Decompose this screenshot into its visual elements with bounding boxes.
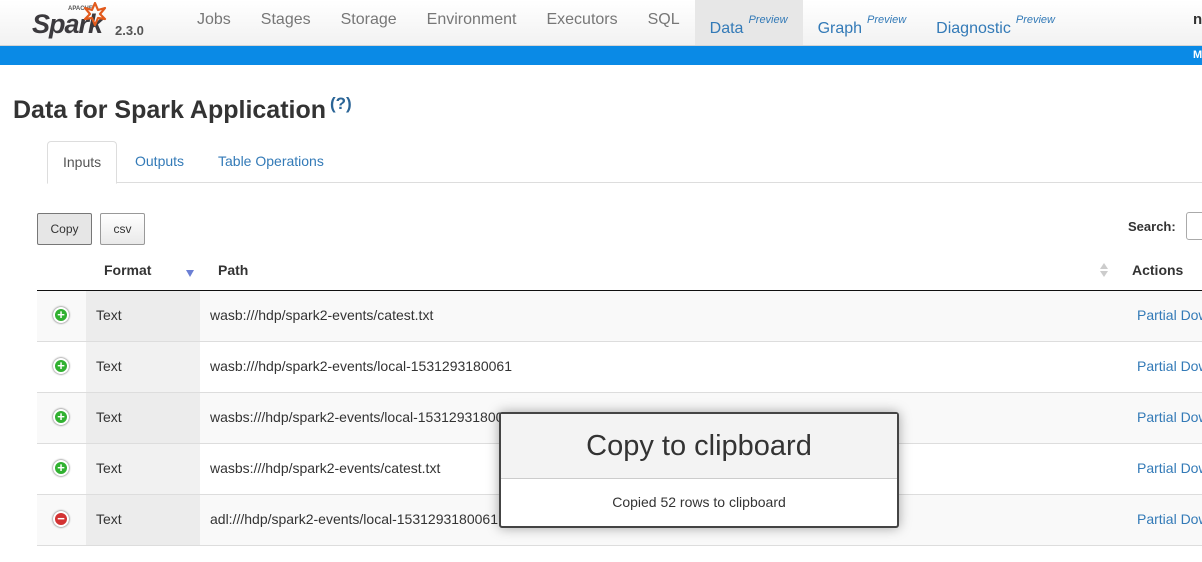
spark-logo[interactable]: APACHE Spark 2.3.0 bbox=[32, 2, 144, 42]
page-title: Data for Spark Application (?) bbox=[13, 94, 352, 125]
column-header-path[interactable]: Path bbox=[218, 262, 248, 278]
expand-row-icon[interactable]: + bbox=[53, 409, 69, 425]
top-navbar: APACHE Spark 2.3.0 Jobs Stages Storage E… bbox=[0, 0, 1202, 46]
dialog-title: Copy to clipboard bbox=[501, 414, 897, 479]
nav-graph-label: Graph bbox=[817, 20, 863, 37]
format-cell: Text bbox=[96, 409, 122, 425]
expand-row-icon[interactable]: + bbox=[53, 460, 69, 476]
search-input[interactable] bbox=[1186, 212, 1202, 240]
app-name-truncated: n bbox=[1193, 11, 1202, 28]
table-row: + Text wasb:///hdp/spark2-events/catest.… bbox=[37, 291, 1202, 342]
nav-stages[interactable]: Stages bbox=[246, 0, 326, 45]
help-link[interactable]: (?) bbox=[330, 94, 352, 113]
nav-data-label: Data bbox=[709, 20, 744, 37]
nav-stages-label: Stages bbox=[260, 11, 311, 28]
path-cell: wasbs:///hdp/spark2-events/catest.txt bbox=[210, 460, 441, 476]
nav-jobs-label: Jobs bbox=[197, 11, 231, 28]
format-cell: Text bbox=[96, 460, 122, 476]
path-cell: wasb:///hdp/spark2-events/catest.txt bbox=[210, 307, 434, 323]
nav-jobs[interactable]: Jobs bbox=[182, 0, 246, 45]
nav-data-preview-tag: Preview bbox=[748, 14, 788, 26]
nav-graph-preview-tag: Preview bbox=[867, 14, 907, 26]
expand-row-icon[interactable]: + bbox=[53, 307, 69, 323]
nav-storage-label: Storage bbox=[340, 11, 397, 28]
nav-data[interactable]: Data Preview bbox=[694, 0, 803, 45]
nav-environment[interactable]: Environment bbox=[412, 0, 532, 45]
path-cell: wasb:///hdp/spark2-events/local-15312931… bbox=[210, 358, 512, 374]
nav-diagnostic-preview-tag: Preview bbox=[1015, 14, 1055, 26]
nav-diagnostic-label: Diagnostic bbox=[936, 20, 1011, 37]
column-header-actions: Actions bbox=[1132, 262, 1184, 278]
nav-executors-label: Executors bbox=[546, 11, 618, 28]
nav-sql-label: SQL bbox=[647, 11, 680, 28]
nav-storage[interactable]: Storage bbox=[326, 0, 412, 45]
nav-graph[interactable]: Graph Preview bbox=[803, 0, 922, 45]
path-cell: adl:///hdp/spark2-events/local-153129318… bbox=[210, 511, 498, 527]
dialog-message: Copied 52 rows to clipboard bbox=[612, 494, 786, 510]
partial-download-link[interactable]: Partial Dow bbox=[1137, 409, 1202, 425]
page-title-text: Data for Spark Application bbox=[13, 96, 327, 124]
partial-download-link[interactable]: Partial Dow bbox=[1137, 511, 1202, 527]
column-header-format[interactable]: Format bbox=[104, 262, 151, 278]
nav-diagnostic[interactable]: Diagnostic Preview bbox=[921, 0, 1070, 45]
expand-row-icon[interactable]: + bbox=[53, 358, 69, 374]
nav-executors[interactable]: Executors bbox=[531, 0, 632, 45]
copy-dialog[interactable]: Copy to clipboard Copied 52 rows to clip… bbox=[499, 412, 899, 528]
sort-desc-icon[interactable] bbox=[186, 270, 194, 277]
collapse-row-icon[interactable]: − bbox=[53, 511, 69, 527]
search-label: Search: bbox=[1128, 219, 1176, 234]
status-bar-text: M bbox=[1193, 49, 1202, 61]
spark-version: 2.3.0 bbox=[115, 23, 144, 38]
main-nav: Jobs Stages Storage Environment Executor… bbox=[182, 0, 1070, 45]
csv-button[interactable]: csv bbox=[100, 213, 145, 245]
nav-environment-label: Environment bbox=[426, 11, 517, 28]
tab-table-operations[interactable]: Table Operations bbox=[218, 141, 324, 182]
format-cell: Text bbox=[96, 307, 122, 323]
format-cell: Text bbox=[96, 358, 122, 374]
sort-both-icon[interactable] bbox=[1100, 263, 1108, 279]
path-cell: wasbs:///hdp/spark2-events/local-1531293… bbox=[210, 409, 504, 425]
tab-outputs[interactable]: Outputs bbox=[135, 141, 184, 182]
partial-download-link[interactable]: Partial Dow bbox=[1137, 460, 1202, 476]
tab-bar: Inputs Outputs Table Operations bbox=[47, 141, 1202, 184]
partial-download-link[interactable]: Partial Dow bbox=[1137, 358, 1202, 374]
format-cell: Text bbox=[96, 511, 122, 527]
nav-sql[interactable]: SQL bbox=[633, 0, 695, 45]
partial-download-link[interactable]: Partial Dow bbox=[1137, 307, 1202, 323]
copy-button[interactable]: Copy bbox=[37, 213, 92, 245]
status-bar: M bbox=[0, 46, 1202, 65]
tab-inputs[interactable]: Inputs bbox=[47, 141, 118, 184]
table-row: + Text wasb:///hdp/spark2-events/local-1… bbox=[37, 342, 1202, 393]
